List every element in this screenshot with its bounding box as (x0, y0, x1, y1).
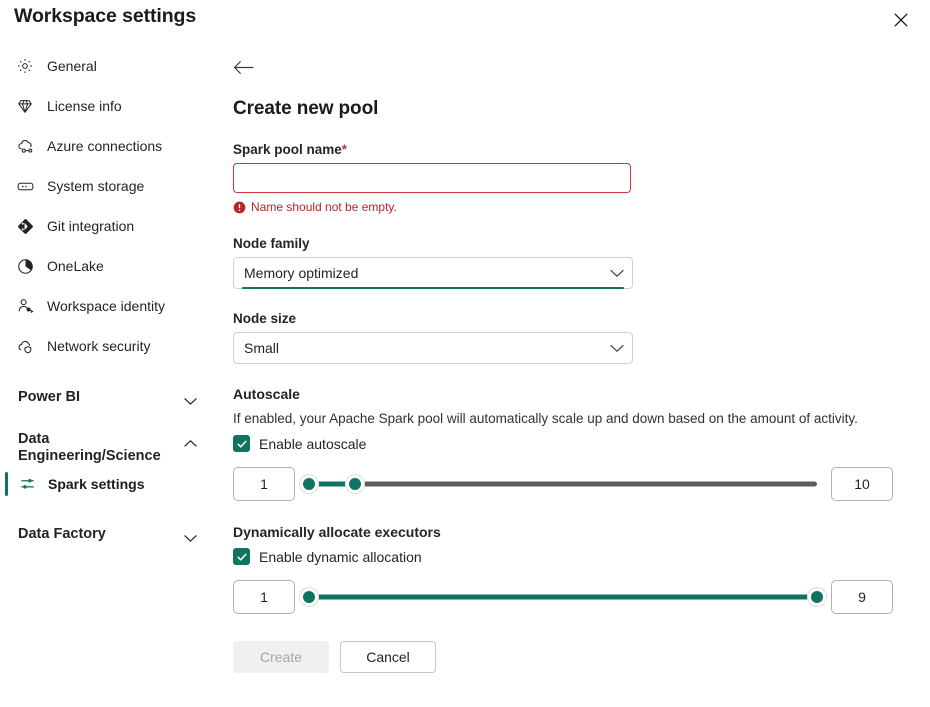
sidebar-item-system-storage[interactable]: System storage (0, 166, 215, 206)
cloud-link-icon (14, 135, 36, 157)
label-text: Spark pool name (233, 142, 342, 157)
sidebar-item-azure-connections[interactable]: Azure connections (0, 126, 215, 166)
sidebar-item-label: Spark settings (48, 476, 145, 492)
dynamic-allocation-min-thumb[interactable] (299, 587, 319, 607)
dynamic-allocation-max-thumb[interactable] (807, 587, 827, 607)
chevron-up-icon (184, 422, 197, 453)
sidebar-item-label: System storage (47, 178, 145, 194)
person-key-icon (14, 295, 36, 317)
sidebar-item-git-integration[interactable]: Git integration (0, 206, 215, 246)
sidebar-group-label: Data Engineering/Science (18, 431, 161, 464)
section-heading: Create new pool (233, 98, 379, 119)
chevron-down-icon (184, 380, 197, 411)
node-size-value: Small (244, 340, 280, 356)
chevron-down-icon (610, 344, 624, 353)
check-icon (236, 553, 247, 561)
node-size-label: Node size (233, 311, 297, 326)
slider-rail (309, 481, 817, 487)
close-button[interactable] (886, 5, 916, 35)
autoscale-min-thumb[interactable] (299, 474, 319, 494)
gear-icon (14, 55, 36, 77)
gem-icon (14, 95, 36, 117)
title-bar: Workspace settings (0, 0, 930, 44)
form-actions: Create Cancel (233, 641, 930, 673)
sliders-icon (18, 474, 38, 494)
dynamic-allocation-range-slider[interactable] (299, 582, 827, 612)
selection-indicator (5, 472, 8, 496)
sidebar-group-label: Power BI (18, 389, 81, 405)
storage-icon (14, 175, 36, 197)
enable-autoscale-label: Enable autoscale (259, 435, 367, 452)
sidebar-group-data-factory[interactable]: Data Factory (0, 517, 215, 551)
enable-autoscale-checkbox[interactable] (233, 435, 250, 452)
create-button[interactable]: Create (233, 641, 329, 673)
autoscale-title: Autoscale (233, 386, 300, 402)
dynamic-allocation-min-input[interactable] (233, 580, 295, 614)
spark-pool-name-input[interactable] (233, 163, 631, 193)
chevron-down-icon (184, 517, 197, 548)
cloud-shield-icon (14, 335, 36, 357)
arrow-left-icon (233, 60, 253, 74)
sidebar-group-data-engineering-science[interactable]: Data Engineering/Science (0, 422, 215, 465)
chevron-down-icon (610, 269, 624, 278)
spark-pool-name-error: Name should not be empty. (233, 200, 930, 214)
error-text: Name should not be empty. (251, 200, 397, 214)
node-family-dropdown[interactable]: Memory optimized (233, 257, 633, 289)
git-icon (14, 215, 36, 237)
sidebar-item-license-info[interactable]: License info (0, 86, 215, 126)
close-icon (894, 13, 908, 27)
sidebar-group-label: Data Factory (18, 526, 106, 542)
dynamic-allocation-max-input[interactable] (831, 580, 893, 614)
enable-dynamic-allocation-checkbox-row[interactable]: Enable dynamic allocation (233, 548, 422, 565)
page-title: Workspace settings (14, 5, 197, 27)
cancel-button[interactable]: Cancel (340, 641, 436, 673)
sidebar-item-spark-settings[interactable]: Spark settings (0, 467, 215, 501)
sidebar-item-label: OneLake (47, 258, 104, 274)
required-marker: * (341, 142, 348, 157)
sidebar-item-network-security[interactable]: Network security (0, 326, 215, 366)
node-family-value: Memory optimized (244, 265, 359, 281)
autoscale-range-slider[interactable] (299, 469, 817, 499)
sidebar-item-general[interactable]: General (0, 46, 215, 86)
autoscale-slider-row (233, 466, 893, 502)
enable-dynamic-allocation-label: Enable dynamic allocation (259, 548, 422, 565)
spark-pool-name-label: Spark pool name* (233, 142, 930, 157)
check-icon (236, 440, 247, 448)
sidebar-item-label: Azure connections (47, 138, 163, 154)
onelake-icon (14, 255, 36, 277)
error-icon (233, 201, 246, 213)
enable-autoscale-checkbox-row[interactable]: Enable autoscale (233, 435, 366, 452)
slider-fill (309, 594, 817, 600)
sidebar-group-power-bi[interactable]: Power BI (0, 380, 215, 414)
dynamic-allocation-title: Dynamically allocate executors (233, 524, 441, 540)
back-button[interactable] (228, 52, 258, 82)
sidebar-item-workspace-identity[interactable]: Workspace identity (0, 286, 215, 326)
dynamic-allocation-slider-row (233, 579, 893, 615)
sidebar-item-onelake[interactable]: OneLake (0, 246, 215, 286)
sidebar-item-label: Git integration (47, 218, 135, 234)
sidebar-item-label: Workspace identity (47, 298, 166, 314)
autoscale-min-input[interactable] (233, 467, 295, 501)
autoscale-max-thumb[interactable] (344, 474, 365, 494)
main-panel: Create new pool Spark pool name* Name sh… (233, 46, 930, 707)
node-size-dropdown[interactable]: Small (233, 332, 633, 364)
sidebar-item-label: General (47, 58, 97, 74)
sidebar-item-label: License info (47, 98, 122, 114)
node-family-label: Node family (233, 236, 310, 251)
autoscale-max-input[interactable] (831, 467, 893, 501)
enable-dynamic-allocation-checkbox[interactable] (233, 548, 250, 565)
autoscale-description: If enabled, your Apache Spark pool will … (233, 411, 858, 426)
sidebar-item-label: Network security (47, 338, 151, 354)
sidebar: General License info Azure connections S… (0, 46, 215, 707)
